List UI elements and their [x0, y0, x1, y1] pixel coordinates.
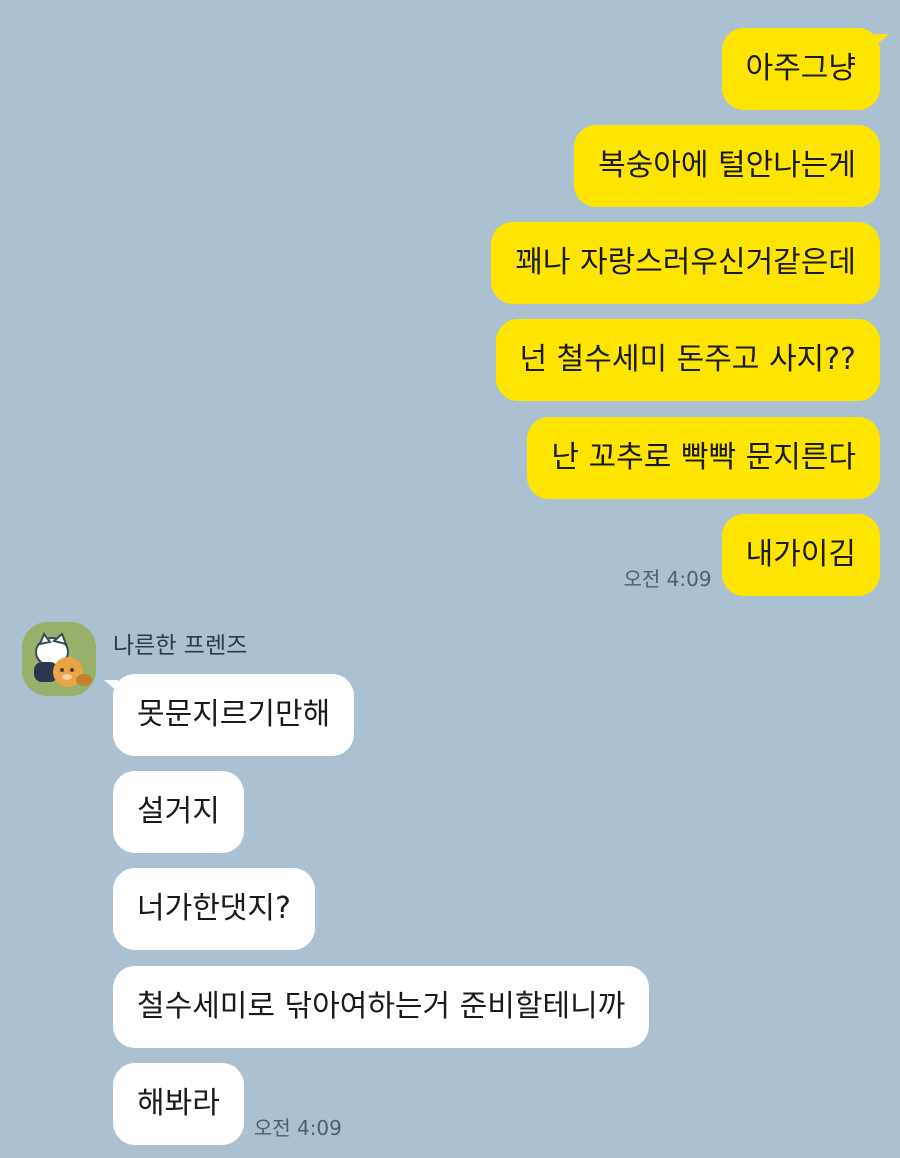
outgoing-message-bubble[interactable]: 난 꼬추로 빡빡 문지른다 — [527, 417, 880, 499]
chat-room: 아주그냥 복숭아에 털안나는게 꽤나 자랑스러우신거같은데 넌 철수세미 돈주고… — [0, 0, 900, 1158]
message-timestamp: 오전 4:09 — [253, 1116, 342, 1140]
outgoing-message-bubble[interactable]: 꽤나 자랑스러우신거같은데 — [491, 222, 880, 304]
outgoing-message-row: 난 꼬추로 빡빡 문지른다 — [527, 417, 880, 499]
outgoing-message-bubble[interactable]: 아주그냥 — [721, 28, 890, 110]
incoming-message-row: 철수세미로 닦아여하는거 준비할테니까 — [113, 966, 650, 1048]
incoming-message-row: 너가한댓지? — [113, 868, 315, 950]
outgoing-message-bubble[interactable]: 내가이김 — [721, 514, 880, 596]
outgoing-message-row: 아주그냥 — [721, 28, 890, 110]
outgoing-message-row: 복숭아에 털안나는게 — [574, 125, 880, 207]
incoming-message-bubble[interactable]: 너가한댓지? — [113, 868, 315, 950]
incoming-message-row: 설거지 — [113, 771, 244, 853]
outgoing-message-bubble[interactable]: 넌 철수세미 돈주고 사지?? — [495, 319, 880, 401]
incoming-message-row: 못문지르기만해 — [103, 674, 355, 756]
kakao-friends-avatar-icon[interactable] — [22, 622, 96, 696]
sender-name[interactable]: 나른한 프렌즈 — [113, 626, 247, 660]
message-timestamp: 오전 4:09 — [623, 567, 712, 591]
incoming-message-row: 해봐라 오전 4:09 — [113, 1063, 352, 1145]
incoming-message-bubble[interactable]: 해봐라 — [113, 1063, 244, 1145]
incoming-message-bubble[interactable]: 못문지르기만해 — [103, 674, 355, 756]
outgoing-message-row: 꽤나 자랑스러우신거같은데 — [491, 222, 880, 304]
outgoing-message-row: 오전 4:09 내가이김 — [614, 514, 880, 596]
outgoing-message-bubble[interactable]: 복숭아에 털안나는게 — [574, 125, 880, 207]
incoming-message-bubble[interactable]: 설거지 — [113, 771, 244, 853]
outgoing-message-row: 넌 철수세미 돈주고 사지?? — [495, 319, 880, 401]
incoming-message-bubble[interactable]: 철수세미로 닦아여하는거 준비할테니까 — [113, 966, 650, 1048]
